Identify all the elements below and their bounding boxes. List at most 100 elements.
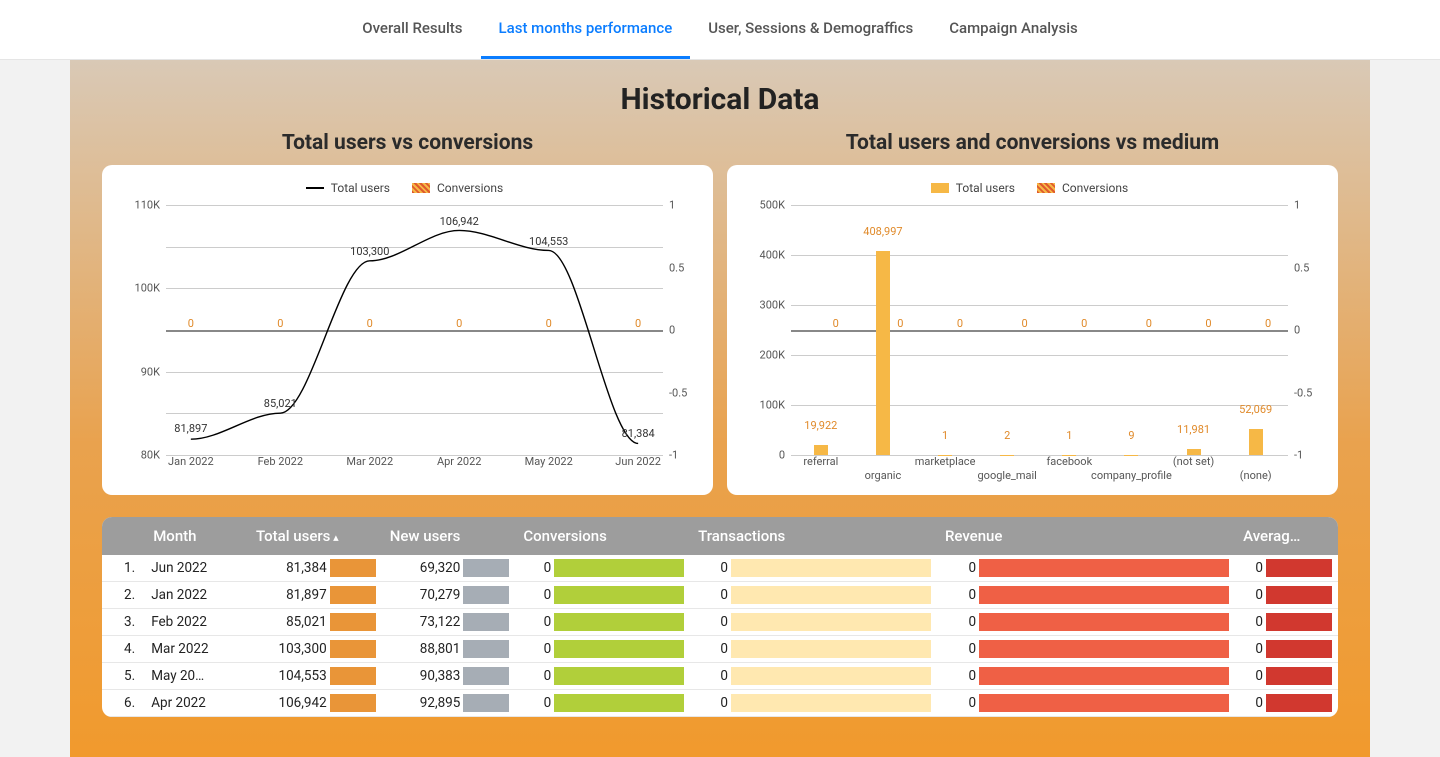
zero-label: 0 bbox=[957, 317, 963, 330]
cell-tx: 0 bbox=[690, 555, 937, 582]
zero-label: 0 bbox=[1265, 317, 1271, 330]
cell-avg: 0 bbox=[1235, 555, 1338, 582]
tab-overall-results[interactable]: Overall Results bbox=[344, 0, 480, 59]
chart1-plot: 0 0 0 0 0 0 81,897 85,021 bbox=[166, 205, 663, 455]
cell-avg: 0 bbox=[1235, 609, 1338, 636]
cell-new: 73,122 bbox=[382, 609, 516, 636]
table-row[interactable]: 5.May 20…104,55390,3830000 bbox=[102, 663, 1338, 690]
chart1-block: Total users vs conversions Total users C… bbox=[102, 131, 713, 495]
cell-avg: 0 bbox=[1235, 690, 1338, 717]
cell-tx: 0 bbox=[690, 609, 937, 636]
cell-total: 85,021 bbox=[248, 609, 382, 636]
th-transactions[interactable]: Transactions bbox=[690, 517, 937, 555]
cell-avg: 0 bbox=[1235, 582, 1338, 609]
x-tick: May 2022 bbox=[525, 455, 573, 468]
th-conversions[interactable]: Conversions bbox=[515, 517, 690, 555]
cell-conv: 0 bbox=[515, 582, 690, 609]
th-new-users[interactable]: New users bbox=[382, 517, 516, 555]
table-row[interactable]: 3.Feb 202285,02173,1220000 bbox=[102, 609, 1338, 636]
cell-month: Jun 2022 bbox=[145, 555, 248, 582]
x-tick: Mar 2022 bbox=[346, 455, 393, 468]
top-tabs: Overall Results Last months performance … bbox=[0, 0, 1440, 60]
cell-idx: 6. bbox=[102, 690, 145, 717]
value-label: 81,897 bbox=[174, 422, 207, 435]
page-canvas: Historical Data Total users vs conversio… bbox=[70, 60, 1370, 757]
y-tick: 0 bbox=[779, 449, 785, 462]
table-row[interactable]: 1.Jun 202281,38469,3200000 bbox=[102, 555, 1338, 582]
y2-tick: -1 bbox=[1294, 449, 1303, 462]
charts-row: Total users vs conversions Total users C… bbox=[102, 131, 1338, 495]
th-total-users[interactable]: Total users bbox=[248, 517, 382, 555]
y-tick: 400K bbox=[760, 249, 785, 262]
x-tick: organic bbox=[865, 469, 902, 482]
zero-label: 0 bbox=[1081, 317, 1087, 330]
th-idx[interactable] bbox=[102, 517, 145, 555]
y2-tick: -0.5 bbox=[1294, 386, 1312, 399]
chart2-block: Total users and conversions vs medium To… bbox=[727, 131, 1338, 495]
th-month[interactable]: Month bbox=[145, 517, 248, 555]
cell-new: 70,279 bbox=[382, 582, 516, 609]
y-tick: 90K bbox=[141, 365, 160, 378]
y2-tick: 0 bbox=[1294, 324, 1300, 337]
cell-new: 69,320 bbox=[382, 555, 516, 582]
hatch-swatch-icon bbox=[1037, 183, 1055, 193]
tab-user-sessions[interactable]: User, Sessions & Demograffics bbox=[690, 0, 931, 59]
chart2-heading: Total users and conversions vs medium bbox=[727, 131, 1338, 155]
y2-tick: 0 bbox=[669, 324, 675, 337]
x-tick: Feb 2022 bbox=[258, 455, 303, 468]
legend-conversions: Conversions bbox=[412, 181, 503, 195]
y-tick: 100K bbox=[135, 282, 160, 295]
cell-rev: 0 bbox=[937, 636, 1235, 663]
x-tick: marketplace bbox=[915, 455, 976, 468]
cell-month: Mar 2022 bbox=[145, 636, 248, 663]
chart1-card: Total users Conversions 80K 90K 100K 110… bbox=[102, 165, 713, 495]
cell-idx: 1. bbox=[102, 555, 145, 582]
table-row[interactable]: 2.Jan 202281,89770,2790000 bbox=[102, 582, 1338, 609]
legend-total-users: Total users bbox=[931, 181, 1015, 195]
y-tick: 200K bbox=[760, 349, 785, 362]
cell-avg: 0 bbox=[1235, 663, 1338, 690]
y-tick: 500K bbox=[760, 199, 785, 212]
zero-label: 0 bbox=[1146, 317, 1152, 330]
x-tick: company_profile bbox=[1091, 469, 1172, 482]
table-row[interactable]: 6.Apr 2022106,94292,8950000 bbox=[102, 690, 1338, 717]
cell-total: 81,384 bbox=[248, 555, 382, 582]
cell-month: Jan 2022 bbox=[145, 582, 248, 609]
cell-rev: 0 bbox=[937, 690, 1235, 717]
x-tick: referral bbox=[803, 455, 838, 468]
chart2-y-right: -1 -0.5 0 0.5 1 bbox=[1288, 205, 1318, 455]
data-table-card: Month Total users New users Conversions … bbox=[102, 517, 1338, 717]
cell-conv: 0 bbox=[515, 663, 690, 690]
cell-new: 88,801 bbox=[382, 636, 516, 663]
tab-campaign[interactable]: Campaign Analysis bbox=[931, 0, 1096, 59]
cell-tx: 0 bbox=[690, 636, 937, 663]
y2-tick: 0.5 bbox=[1294, 261, 1309, 274]
cell-rev: 0 bbox=[937, 609, 1235, 636]
legend-label: Total users bbox=[331, 181, 390, 195]
th-label: Total users bbox=[256, 527, 339, 545]
x-tick: google_mail bbox=[978, 469, 1037, 482]
tab-last-months[interactable]: Last months performance bbox=[481, 0, 691, 59]
cell-conv: 0 bbox=[515, 636, 690, 663]
value-label: 85,021 bbox=[264, 397, 297, 410]
value-label: 104,553 bbox=[529, 235, 568, 248]
bar-swatch-icon bbox=[931, 183, 949, 193]
th-average[interactable]: Averag… bbox=[1235, 517, 1338, 555]
x-tick: (not set) bbox=[1173, 455, 1214, 468]
x-tick: Jan 2022 bbox=[168, 455, 214, 468]
x-tick: facebook bbox=[1046, 455, 1092, 468]
y2-tick: -1 bbox=[669, 449, 678, 462]
cell-idx: 3. bbox=[102, 609, 145, 636]
legend-conversions: Conversions bbox=[1037, 181, 1128, 195]
y2-tick: 0.5 bbox=[669, 261, 684, 274]
cell-tx: 0 bbox=[690, 663, 937, 690]
chart2-card: Total users Conversions 0 100K 200K 300K… bbox=[727, 165, 1338, 495]
cell-total: 81,897 bbox=[248, 582, 382, 609]
x-tick: (none) bbox=[1240, 469, 1272, 482]
cell-conv: 0 bbox=[515, 555, 690, 582]
table-row[interactable]: 4.Mar 2022103,30088,8010000 bbox=[102, 636, 1338, 663]
th-revenue[interactable]: Revenue bbox=[937, 517, 1235, 555]
cell-conv: 0 bbox=[515, 609, 690, 636]
cell-tx: 0 bbox=[690, 582, 937, 609]
value-label: 103,300 bbox=[350, 245, 389, 258]
